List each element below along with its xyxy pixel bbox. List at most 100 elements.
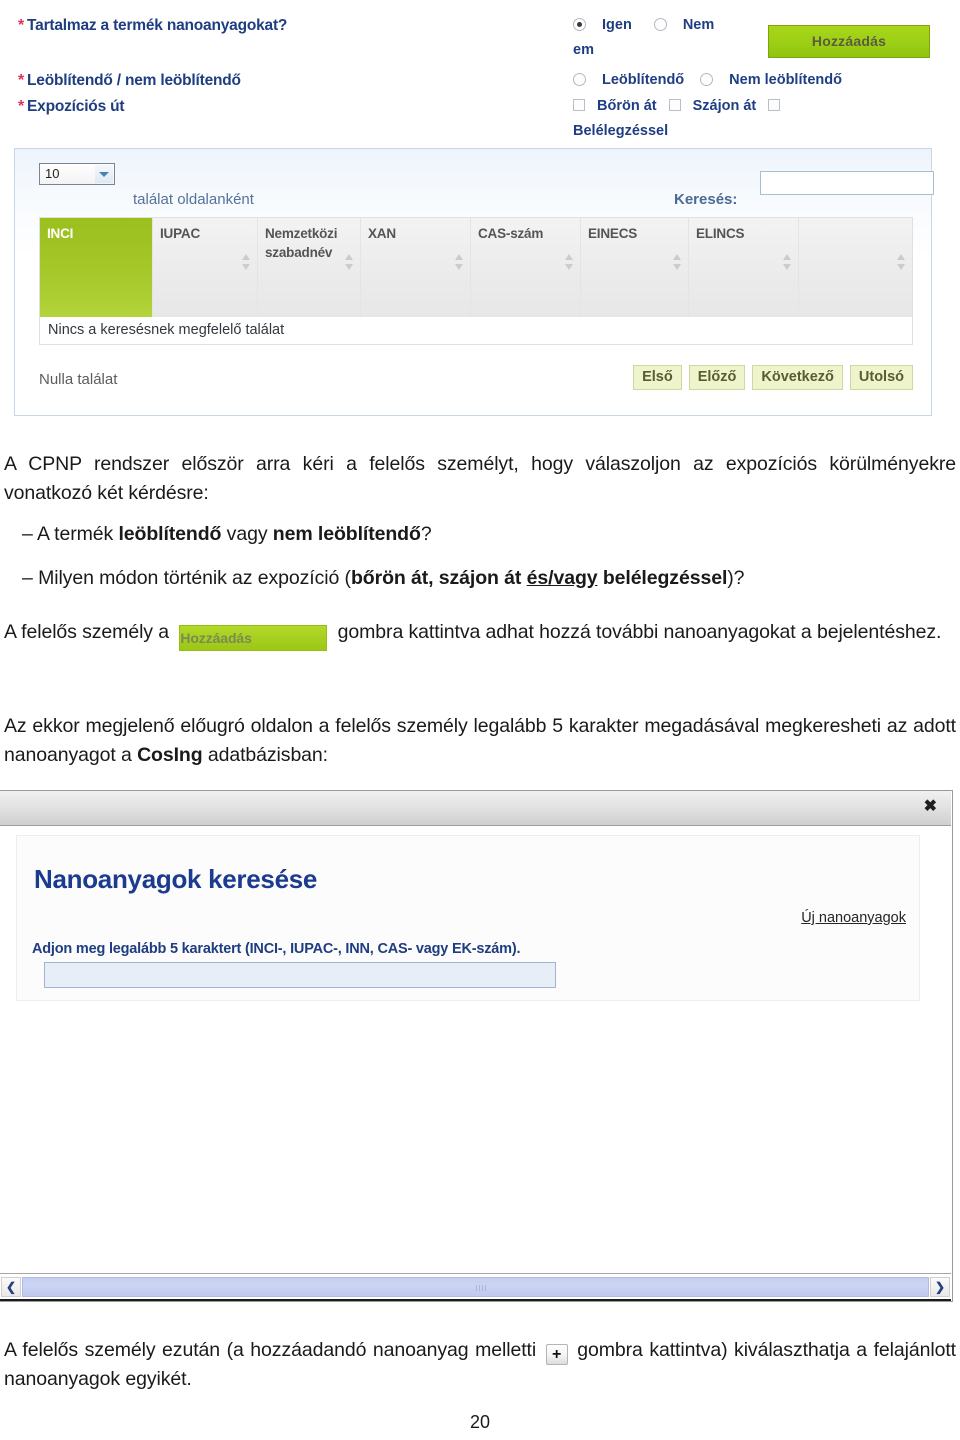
page-length-value: 10 (45, 166, 60, 181)
radio-leoblitendo-label: Leöblítendő (602, 72, 685, 88)
nanomaterial-search-popup-screenshot: ✖ Nanoanyagok keresése Új nanoanyagok Ad… (0, 790, 953, 1302)
checkbox-szajon-at-label: Szájon át (692, 98, 757, 114)
radio-nem[interactable] (653, 18, 667, 31)
dialog-title-bar: ✖ (0, 791, 951, 826)
scroll-left-arrow-icon[interactable]: ❮ (1, 1277, 21, 1297)
bullet-1-bold-2: nem leöblítendő (272, 523, 421, 545)
checkbox-szajon-at[interactable] (668, 99, 681, 111)
table-column-iupac[interactable]: IUPAC (153, 218, 258, 317)
bullet-1-middle: vagy (221, 523, 273, 545)
table-empty-message: Nincs a keresésnek megfelelő találat (39, 317, 913, 345)
bullet-2-suffix: )? (727, 567, 745, 589)
table-search-label: Keresés: (674, 191, 738, 208)
paragraph-plus-before: A felelős személy ezután (a hozzáadandó … (4, 1339, 537, 1361)
table-footer-info: Nulla találat (39, 371, 118, 388)
table-column-action[interactable] (799, 218, 912, 317)
required-asterisk-icon: * (18, 72, 25, 89)
paragraph-cosing-after: adatbázisban: (202, 744, 328, 766)
paragraph-add-after: gombra kattintva adhat hozzá további nan… (337, 621, 942, 643)
close-icon[interactable]: ✖ (924, 799, 937, 815)
paragraph-add-button-explanation: A felelős személy a Hozzáadás gombra kat… (4, 618, 956, 651)
new-nanomaterials-link[interactable]: Új nanoanyagok (801, 910, 906, 926)
paragraph-intro: A CPNP rendszer először arra kéri a fele… (4, 453, 956, 504)
paragraph-add-before: A felelős személy a (4, 621, 170, 643)
radio-group-contains-nanomaterials: Igen Nem (573, 17, 736, 33)
checkbox-boron-at[interactable] (573, 99, 585, 111)
radio-igen[interactable] (573, 18, 586, 31)
radio-nem-leoblitendo-label: Nem leöblítendő (729, 72, 842, 88)
page-length-select[interactable]: 10 (39, 163, 115, 185)
bullet-1-bold-1: leöblítendő (118, 523, 222, 545)
field-label-rinse-off: * Leöblítendő / nem leöblítendő (18, 72, 241, 89)
radio-leoblitendo[interactable] (573, 73, 586, 86)
table-column-cas-szam[interactable]: CAS-szám (471, 218, 581, 317)
sort-arrows-icon[interactable] (565, 254, 574, 270)
radio-nem-leoblitendo[interactable] (700, 73, 714, 86)
dialog-search-hint: Adjon meg legalább 5 karaktert (INCI-, I… (32, 941, 521, 957)
pager-previous-button[interactable]: Előző (688, 365, 746, 390)
horizontal-scrollbar[interactable]: ❮ ❯ (0, 1273, 951, 1301)
bullet-2-prefix: – Milyen módon történik az expozíció ( (22, 567, 351, 589)
bullet-1-prefix: – A termék (22, 523, 119, 545)
sort-arrows-icon[interactable] (783, 254, 792, 270)
plus-icon: + (545, 1344, 568, 1365)
pager-last-button[interactable]: Utolsó (849, 365, 913, 390)
table-column-nemzetkozi-szabadnev-label: Nemzetközi szabadnév (265, 226, 338, 260)
checkbox-boron-at-label: Bőrön át (597, 98, 657, 114)
checkbox-belelegzessel[interactable] (768, 99, 781, 111)
results-table-header-row: INCI IUPAC Nemzetközi szabadnév XAN CAS-… (39, 217, 913, 317)
scroll-right-arrow-icon[interactable]: ❯ (930, 1277, 950, 1297)
sort-arrows-icon[interactable] (455, 254, 464, 270)
required-asterisk-icon: * (18, 17, 25, 34)
paragraph-cosing-bold: CosIng (137, 744, 203, 766)
sort-arrows-icon[interactable] (345, 254, 354, 270)
chevron-down-icon[interactable] (95, 165, 113, 183)
radio-igen-label: Igen (602, 17, 632, 33)
checkbox-belelegzessel-label: Belélegzéssel (573, 123, 669, 139)
table-column-cas-szam-label: CAS-szám (478, 226, 544, 241)
sort-arrows-icon[interactable] (242, 254, 251, 270)
radio-nem-label: Nem (682, 17, 715, 33)
table-column-einecs[interactable]: EINECS (581, 218, 689, 317)
required-asterisk-icon: * (18, 98, 25, 115)
field-label-exposure-route: * Expozíciós út (18, 98, 125, 115)
cpnp-nanomaterial-form-screenshot: * Tartalmaz a termék nanoanyagokat? * Leöb… (0, 0, 960, 418)
bullet-2-bold-2: belélegzéssel (597, 567, 728, 589)
add-nanomaterial-button[interactable]: Hozzáadás (768, 25, 930, 58)
bullet-2-bold-1: bőrön át, szájon át (350, 567, 527, 589)
paragraph-cosing-search: Az ekkor megjelenő előugró oldalon a fel… (4, 712, 956, 770)
checkbox-group-exposure-route: Bőrön át Szájon át (573, 98, 781, 114)
radio-group-rinse-off: Leöblítendő Nem leöblítendő (573, 72, 842, 88)
table-column-xan[interactable]: XAN (361, 218, 471, 317)
nanomaterial-results-card: 10 találat oldalanként Keresés: INCI IUP… (14, 148, 934, 416)
pager-next-button[interactable]: Következő (752, 365, 843, 390)
scrollbar-thumb[interactable] (22, 1277, 929, 1297)
table-search-input[interactable] (760, 171, 934, 195)
dialog-search-panel: Nanoanyagok keresése Új nanoanyagok Adjo… (16, 835, 920, 1001)
radio-group-wrapped-fragment: em (573, 42, 594, 58)
dialog-search-input[interactable] (44, 962, 556, 988)
bullet-exposure-question: – Milyen módon történik az expozíció (bő… (22, 564, 956, 593)
paragraph-plus-button-explanation: A felelős személy ezután (a hozzáadandó … (4, 1336, 956, 1394)
form-field-rows: * Tartalmaz a termék nanoanyagokat? * Leöb… (0, 0, 960, 145)
pager-first-button[interactable]: Első (633, 365, 682, 390)
inline-add-button-illustration: Hozzáadás (179, 625, 328, 651)
table-column-nemzetkozi-szabadnev[interactable]: Nemzetközi szabadnév (258, 218, 361, 317)
table-column-elincs-label: ELINCS (696, 226, 745, 241)
dialog-results-area (0, 1002, 951, 1270)
page-number: 20 (469, 1412, 491, 1432)
sort-arrows-icon[interactable] (673, 254, 682, 270)
bullet-1-suffix: ? (420, 523, 432, 545)
bullet-rinse-question: – A termék leöblítendő vagy nem leöblíte… (22, 520, 956, 549)
sort-arrows-icon[interactable] (897, 254, 906, 270)
table-column-inci[interactable]: INCI (40, 218, 153, 317)
bullet-2-underline: és/vagy (526, 567, 598, 589)
table-column-einecs-label: EINECS (588, 226, 638, 241)
table-column-xan-label: XAN (368, 226, 396, 241)
dialog-title: Nanoanyagok keresése (34, 864, 318, 894)
table-column-inci-label: INCI (47, 226, 74, 241)
field-label-contains-nanomaterials: * Tartalmaz a termék nanoanyagokat? (18, 17, 288, 34)
page-length-caption: találat oldalanként (133, 191, 254, 208)
table-column-elincs[interactable]: ELINCS (689, 218, 799, 317)
table-column-iupac-label: IUPAC (160, 226, 201, 241)
